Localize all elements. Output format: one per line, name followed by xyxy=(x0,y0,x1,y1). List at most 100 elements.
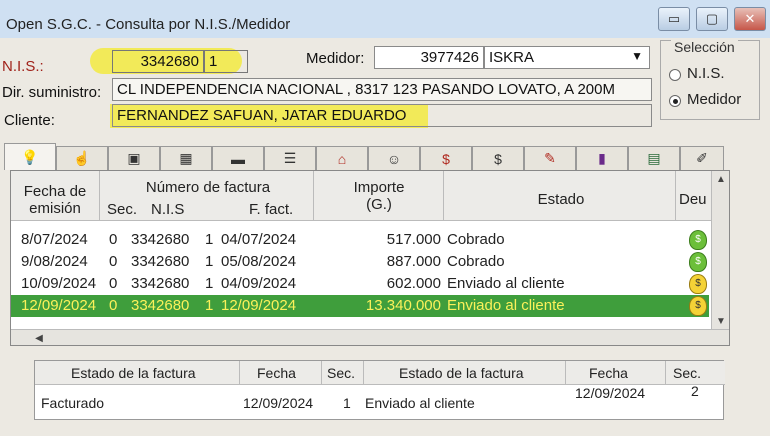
document-icon: ☰ xyxy=(283,150,297,166)
cell-nis: 3342680 xyxy=(131,253,190,270)
radio-nis[interactable] xyxy=(669,69,681,81)
cell-ffact: 05/08/2024 xyxy=(221,253,297,270)
cell-nis: 3342680 xyxy=(131,275,190,292)
cell-ffact: 12/09/2024 xyxy=(221,297,297,314)
tab-strip: 💡 ☝ ▣ ▦ ▬ ☰ ⌂ ☺ $ $ ✎ ▮ ▤ ✐ xyxy=(4,143,726,170)
detail-sec-2: 2 xyxy=(691,383,699,399)
chevron-down-icon: ▼ xyxy=(631,49,643,63)
seleccion-group: Selección N.I.S. Medidor xyxy=(660,39,760,120)
medidor-input[interactable]: 3977426 xyxy=(374,46,484,69)
detail-fecha-2: 12/09/2024 xyxy=(575,385,646,401)
cell-ffact: 04/07/2024 xyxy=(221,231,297,248)
header-importe-line1: Importe xyxy=(353,179,405,196)
scroll-up-icon[interactable]: ▲ xyxy=(713,171,729,187)
header-fecha-line2: emisión xyxy=(29,200,81,217)
header-nis[interactable]: N.I.S xyxy=(151,201,184,218)
cell-fecha: 12/09/2024 xyxy=(21,297,97,314)
detail-header-sec-2[interactable]: Sec. xyxy=(673,365,701,381)
cell-estado: Cobrado xyxy=(447,231,505,248)
horizontal-scrollbar[interactable]: ◀ xyxy=(11,329,729,345)
tab-pencil[interactable]: ✐ xyxy=(680,146,724,170)
invoice-icon: ✎ xyxy=(544,150,556,166)
tab-person[interactable]: ☺ xyxy=(368,146,420,170)
pencil-icon: ✐ xyxy=(696,150,708,166)
tab-lightbulb[interactable]: 💡 xyxy=(4,143,56,170)
tab-money-bag[interactable]: $ xyxy=(420,146,472,170)
dollar-icon: $ xyxy=(494,150,502,167)
tab-dollar[interactable]: $ xyxy=(472,146,524,170)
tab-house[interactable]: ⌂ xyxy=(316,146,368,170)
table-icon: ▤ xyxy=(647,150,661,166)
grid-header: Fecha de emisión Número de factura Sec. … xyxy=(11,171,711,221)
detail-estado-factura-2: Enviado al cliente xyxy=(365,395,475,411)
nis-label: N.I.S.: xyxy=(2,58,44,75)
header-ffact[interactable]: F. fact. xyxy=(249,201,293,218)
cell-nis: 3342680 xyxy=(131,297,190,314)
header-importe-line2: (G.) xyxy=(366,196,392,213)
cell-fecha: 9/08/2024 xyxy=(21,253,88,270)
status-detail-grid: Estado de la factura Fecha Sec. Estado d… xyxy=(34,360,725,420)
close-button[interactable]: ✕ xyxy=(734,7,766,31)
detail-header-fecha-2[interactable]: Fecha xyxy=(589,365,628,381)
nis-input[interactable]: 3342680 xyxy=(112,50,204,73)
tab-calculator[interactable]: ▦ xyxy=(160,146,212,170)
medidor-brand-select[interactable]: ISKRA ▼ xyxy=(484,46,650,69)
header-numero-factura[interactable]: Número de factura xyxy=(103,179,313,196)
detail-fecha: 12/09/2024 xyxy=(243,395,314,411)
cliente-label: Cliente: xyxy=(4,112,55,129)
table-row[interactable]: 8/07/2024 0 3342680 1 04/07/2024 517.000… xyxy=(11,229,709,251)
detail-divider xyxy=(565,361,566,385)
title-bar: Open S.G.C. - Consulta por N.I.S./Medido… xyxy=(0,0,770,38)
detail-header-fecha[interactable]: Fecha xyxy=(257,365,296,381)
nis-seq-input[interactable]: 1 xyxy=(204,50,248,73)
cell-n: 1 xyxy=(205,275,214,292)
tab-hand[interactable]: ☝ xyxy=(56,146,108,170)
tab-bar-chart[interactable]: ▮ xyxy=(576,146,628,170)
cell-importe: 602.000 xyxy=(386,275,441,292)
cell-estado: Cobrado xyxy=(447,253,505,270)
minimize-button[interactable]: ▭ xyxy=(658,7,690,31)
detail-header-estado-factura-2[interactable]: Estado de la factura xyxy=(399,365,524,381)
detail-header-estado-factura[interactable]: Estado de la factura xyxy=(71,365,196,381)
vertical-scrollbar[interactable]: ▲ ▼ xyxy=(711,171,729,329)
tab-meter[interactable]: ▬ xyxy=(212,146,264,170)
cell-fecha: 10/09/2024 xyxy=(21,275,97,292)
header-fecha-emision[interactable]: Fecha de emisión xyxy=(15,183,95,217)
header-deuda[interactable]: Deu xyxy=(679,191,707,208)
cell-sec: 0 xyxy=(109,231,118,248)
detail-divider xyxy=(665,361,666,385)
maximize-button[interactable]: ▢ xyxy=(696,7,728,31)
detail-estado-factura: Facturado xyxy=(41,395,105,411)
meter-icon: ▬ xyxy=(231,150,245,167)
header-estado[interactable]: Estado xyxy=(447,191,675,208)
radio-medidor[interactable] xyxy=(669,95,681,107)
monitor-icon: ▣ xyxy=(127,150,141,166)
tab-invoice[interactable]: ✎ xyxy=(524,146,576,170)
table-row-selected[interactable]: 12/09/2024 0 3342680 1 12/09/2024 13.340… xyxy=(11,295,709,317)
tab-table[interactable]: ▤ xyxy=(628,146,680,170)
cell-importe: 887.000 xyxy=(386,253,441,270)
tab-document[interactable]: ☰ xyxy=(264,146,316,170)
detail-header-sec[interactable]: Sec. xyxy=(327,365,355,381)
header-fecha-line1: Fecha de xyxy=(23,183,87,200)
radio-nis-label[interactable]: N.I.S. xyxy=(687,65,725,82)
radio-medidor-label[interactable]: Medidor xyxy=(687,91,741,108)
table-row[interactable]: 10/09/2024 0 3342680 1 04/09/2024 602.00… xyxy=(11,273,709,295)
tab-monitor[interactable]: ▣ xyxy=(108,146,160,170)
money-bag-icon: $ xyxy=(689,252,707,272)
table-row[interactable]: 9/08/2024 0 3342680 1 05/08/2024 887.000… xyxy=(11,251,709,273)
money-bag-icon: $ xyxy=(689,296,707,316)
hand-icon: ☝ xyxy=(73,150,91,166)
header-importe[interactable]: Importe (G.) xyxy=(317,179,441,213)
scroll-left-icon[interactable]: ◀ xyxy=(31,330,47,346)
detail-header: Estado de la factura Fecha Sec. Estado d… xyxy=(35,361,725,385)
cell-importe: 517.000 xyxy=(386,231,441,248)
detail-divider xyxy=(321,361,322,385)
header-sec[interactable]: Sec. xyxy=(107,201,137,218)
cell-sec: 0 xyxy=(109,275,118,292)
scroll-down-icon[interactable]: ▼ xyxy=(713,313,729,329)
medidor-label: Medidor: xyxy=(306,50,365,67)
medidor-brand-value: ISKRA xyxy=(489,49,535,66)
money-bag-icon: $ xyxy=(442,150,450,167)
detail-divider xyxy=(239,361,240,385)
